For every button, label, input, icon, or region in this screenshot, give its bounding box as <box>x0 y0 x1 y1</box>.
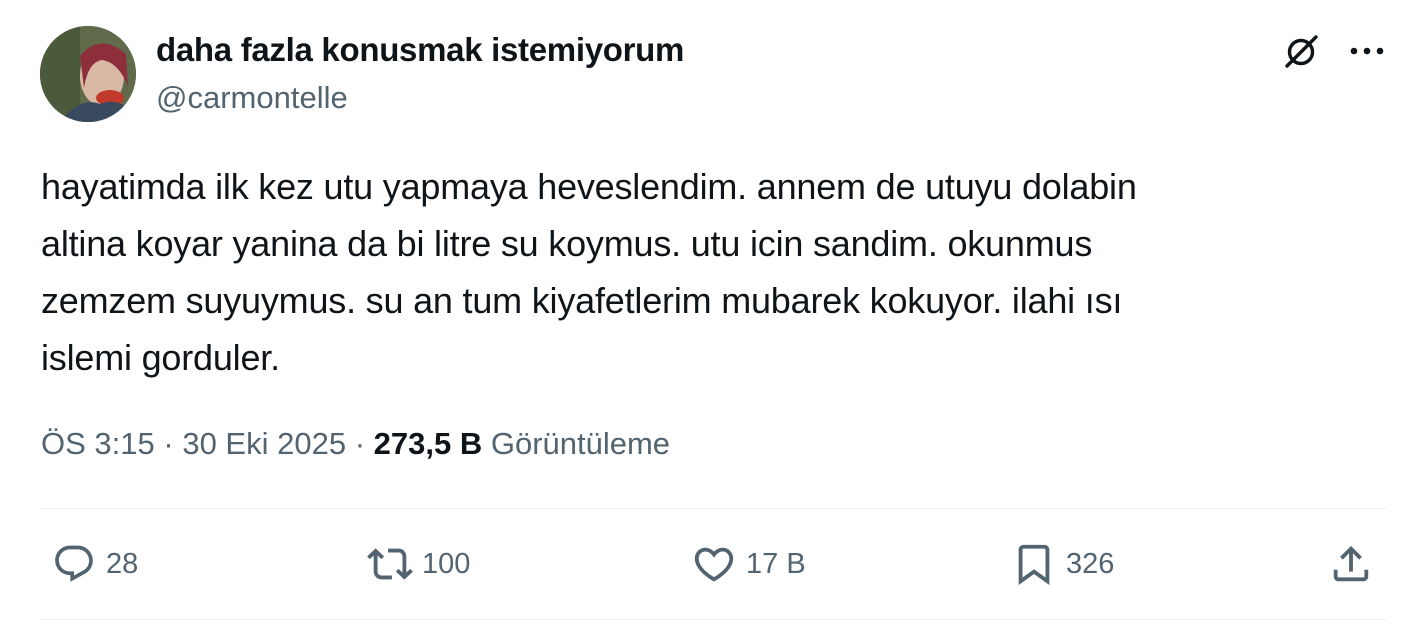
tweet-date[interactable]: 30 Eki 2025 <box>182 426 346 461</box>
retweet-button[interactable]: 100 <box>366 538 470 590</box>
tweet-time[interactable]: ÖS 3:15 <box>41 426 155 461</box>
user-handle[interactable]: @carmontelle <box>156 77 348 119</box>
heart-icon <box>690 540 738 588</box>
like-count: 17 B <box>746 547 806 580</box>
display-name[interactable]: daha fazla konusmak istemiyorum <box>156 28 684 72</box>
bookmark-count: 326 <box>1066 547 1115 580</box>
divider <box>40 619 1388 620</box>
retweet-icon <box>366 540 414 588</box>
grok-icon <box>1285 35 1318 68</box>
tweet-text: hayatimda ilk kez utu yapmaya heveslendi… <box>41 166 1137 378</box>
views-count: 273,5 B <box>373 426 483 461</box>
bookmark-button[interactable]: 326 <box>1010 538 1114 590</box>
reply-button[interactable]: 28 <box>50 538 138 590</box>
share-button[interactable] <box>1327 538 1375 590</box>
reply-icon <box>50 540 98 588</box>
avatar-image <box>40 26 136 122</box>
tweet-meta: ÖS 3:15 · 30 Eki 2025 · 273,5 B Görüntül… <box>41 422 670 466</box>
meta-separator: · <box>163 426 174 461</box>
views-label: Görüntüleme <box>490 426 671 461</box>
meta-separator: · <box>354 426 366 461</box>
avatar[interactable] <box>40 26 136 122</box>
bookmark-icon <box>1010 540 1058 588</box>
retweet-count: 100 <box>422 547 471 580</box>
share-icon <box>1327 540 1375 588</box>
more-icon <box>1350 47 1384 55</box>
grok-button[interactable] <box>1278 27 1326 75</box>
divider <box>40 508 1388 509</box>
reply-count: 28 <box>106 547 139 580</box>
like-button[interactable]: 17 B <box>690 538 806 590</box>
more-options-button[interactable] <box>1343 27 1391 75</box>
